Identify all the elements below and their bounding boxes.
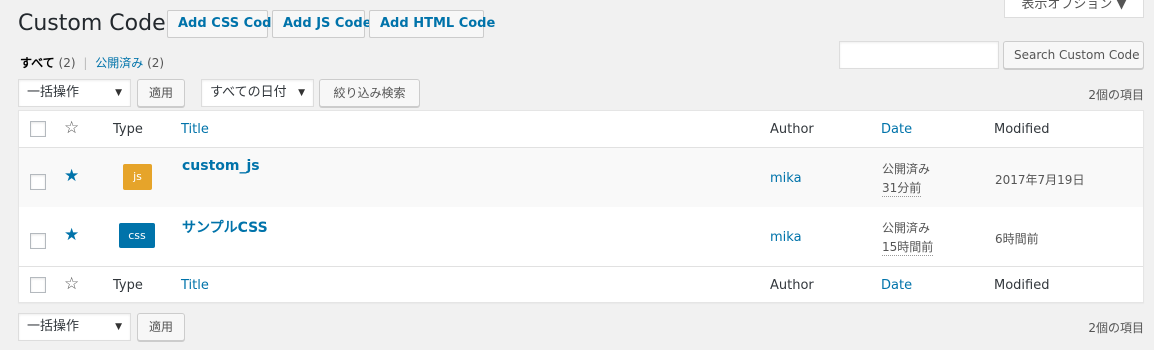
column-type: Type xyxy=(113,122,143,137)
apply-button-bottom[interactable]: 適用 xyxy=(137,313,185,341)
table-row: ★ css サンプルCSS mika 公開済み 15時間前 6時間前 xyxy=(19,207,1143,266)
screen-options-button[interactable]: 表示オプション ▼ xyxy=(1004,0,1144,18)
add-js-code-button[interactable]: Add JS Code xyxy=(272,10,372,38)
bulk-action-value: 一括操作 xyxy=(27,85,80,100)
search-input[interactable] xyxy=(839,41,999,69)
bulk-action-select-bottom[interactable]: 一括操作 ▼ xyxy=(18,313,131,341)
filter-button[interactable]: 絞り込み検索 xyxy=(319,79,420,107)
chevron-down-icon: ▼ xyxy=(115,322,122,332)
column-date-sort[interactable]: Date xyxy=(881,278,912,293)
bulk-action-value: 一括操作 xyxy=(27,319,80,334)
column-type: Type xyxy=(113,278,143,293)
column-title-sort[interactable]: Title xyxy=(181,278,209,293)
select-all-checkbox[interactable] xyxy=(30,121,46,137)
page-title: Custom Code xyxy=(18,11,166,36)
column-modified: Modified xyxy=(994,278,1050,293)
row-modified: 2017年7月19日 xyxy=(995,173,1085,187)
column-author: Author xyxy=(770,122,814,137)
views-separator: | xyxy=(83,56,88,70)
apply-button[interactable]: 適用 xyxy=(137,79,185,107)
bulk-action-select[interactable]: 一括操作 ▼ xyxy=(18,79,131,107)
row-status: 公開済み xyxy=(882,162,931,176)
row-title-link[interactable]: サンプルCSS xyxy=(182,217,268,237)
custom-code-table: ☆ Type Title Author Date Modified ★ js c… xyxy=(18,110,1144,303)
chevron-down-icon: ▼ xyxy=(298,88,305,98)
row-checkbox[interactable] xyxy=(30,233,46,249)
star-filled-icon[interactable]: ★ xyxy=(64,168,79,185)
items-count-bottom: 2個の項目 xyxy=(1088,321,1144,335)
column-author: Author xyxy=(770,278,814,293)
row-date: 15時間前 xyxy=(882,240,934,256)
select-all-checkbox-footer[interactable] xyxy=(30,277,46,293)
column-modified: Modified xyxy=(994,122,1050,137)
view-all-count: (2) xyxy=(58,56,76,70)
chevron-down-icon: ▼ xyxy=(115,88,122,98)
table-footer-row: ☆ Type Title Author Date Modified xyxy=(19,266,1143,303)
star-outline-icon[interactable]: ☆ xyxy=(64,120,79,137)
date-filter-value: すべての日付 xyxy=(210,85,287,100)
items-count: 2個の項目 xyxy=(1088,88,1144,102)
row-author-link[interactable]: mika xyxy=(770,230,802,245)
column-date-sort[interactable]: Date xyxy=(881,122,912,137)
search-button[interactable]: Search Custom Code xyxy=(1003,41,1144,69)
row-modified: 6時間前 xyxy=(995,232,1039,246)
table-header-row: ☆ Type Title Author Date Modified xyxy=(19,111,1143,148)
row-checkbox[interactable] xyxy=(30,174,46,190)
date-filter-select[interactable]: すべての日付 ▼ xyxy=(201,79,314,107)
row-author-link[interactable]: mika xyxy=(770,171,802,186)
add-html-code-button[interactable]: Add HTML Code xyxy=(369,10,495,38)
row-title-link[interactable]: custom_js xyxy=(182,158,260,174)
row-date: 31分前 xyxy=(882,181,922,197)
star-filled-icon[interactable]: ★ xyxy=(64,227,79,244)
column-title-sort[interactable]: Title xyxy=(181,122,209,137)
css-type-badge: css xyxy=(119,223,155,248)
add-css-code-button[interactable]: Add CSS Code xyxy=(167,10,280,38)
star-outline-icon[interactable]: ☆ xyxy=(64,276,79,293)
view-published-count: (2) xyxy=(147,56,165,70)
row-status: 公開済み xyxy=(882,221,931,235)
view-published-link[interactable]: 公開済み xyxy=(95,56,143,70)
table-row: ★ js custom_js mika 公開済み 31分前 2017年7月19日 xyxy=(19,148,1143,207)
js-type-badge: js xyxy=(123,164,152,190)
status-views: すべて (2) | 公開済み (2) xyxy=(20,54,164,71)
view-all-link[interactable]: すべて xyxy=(20,56,55,70)
